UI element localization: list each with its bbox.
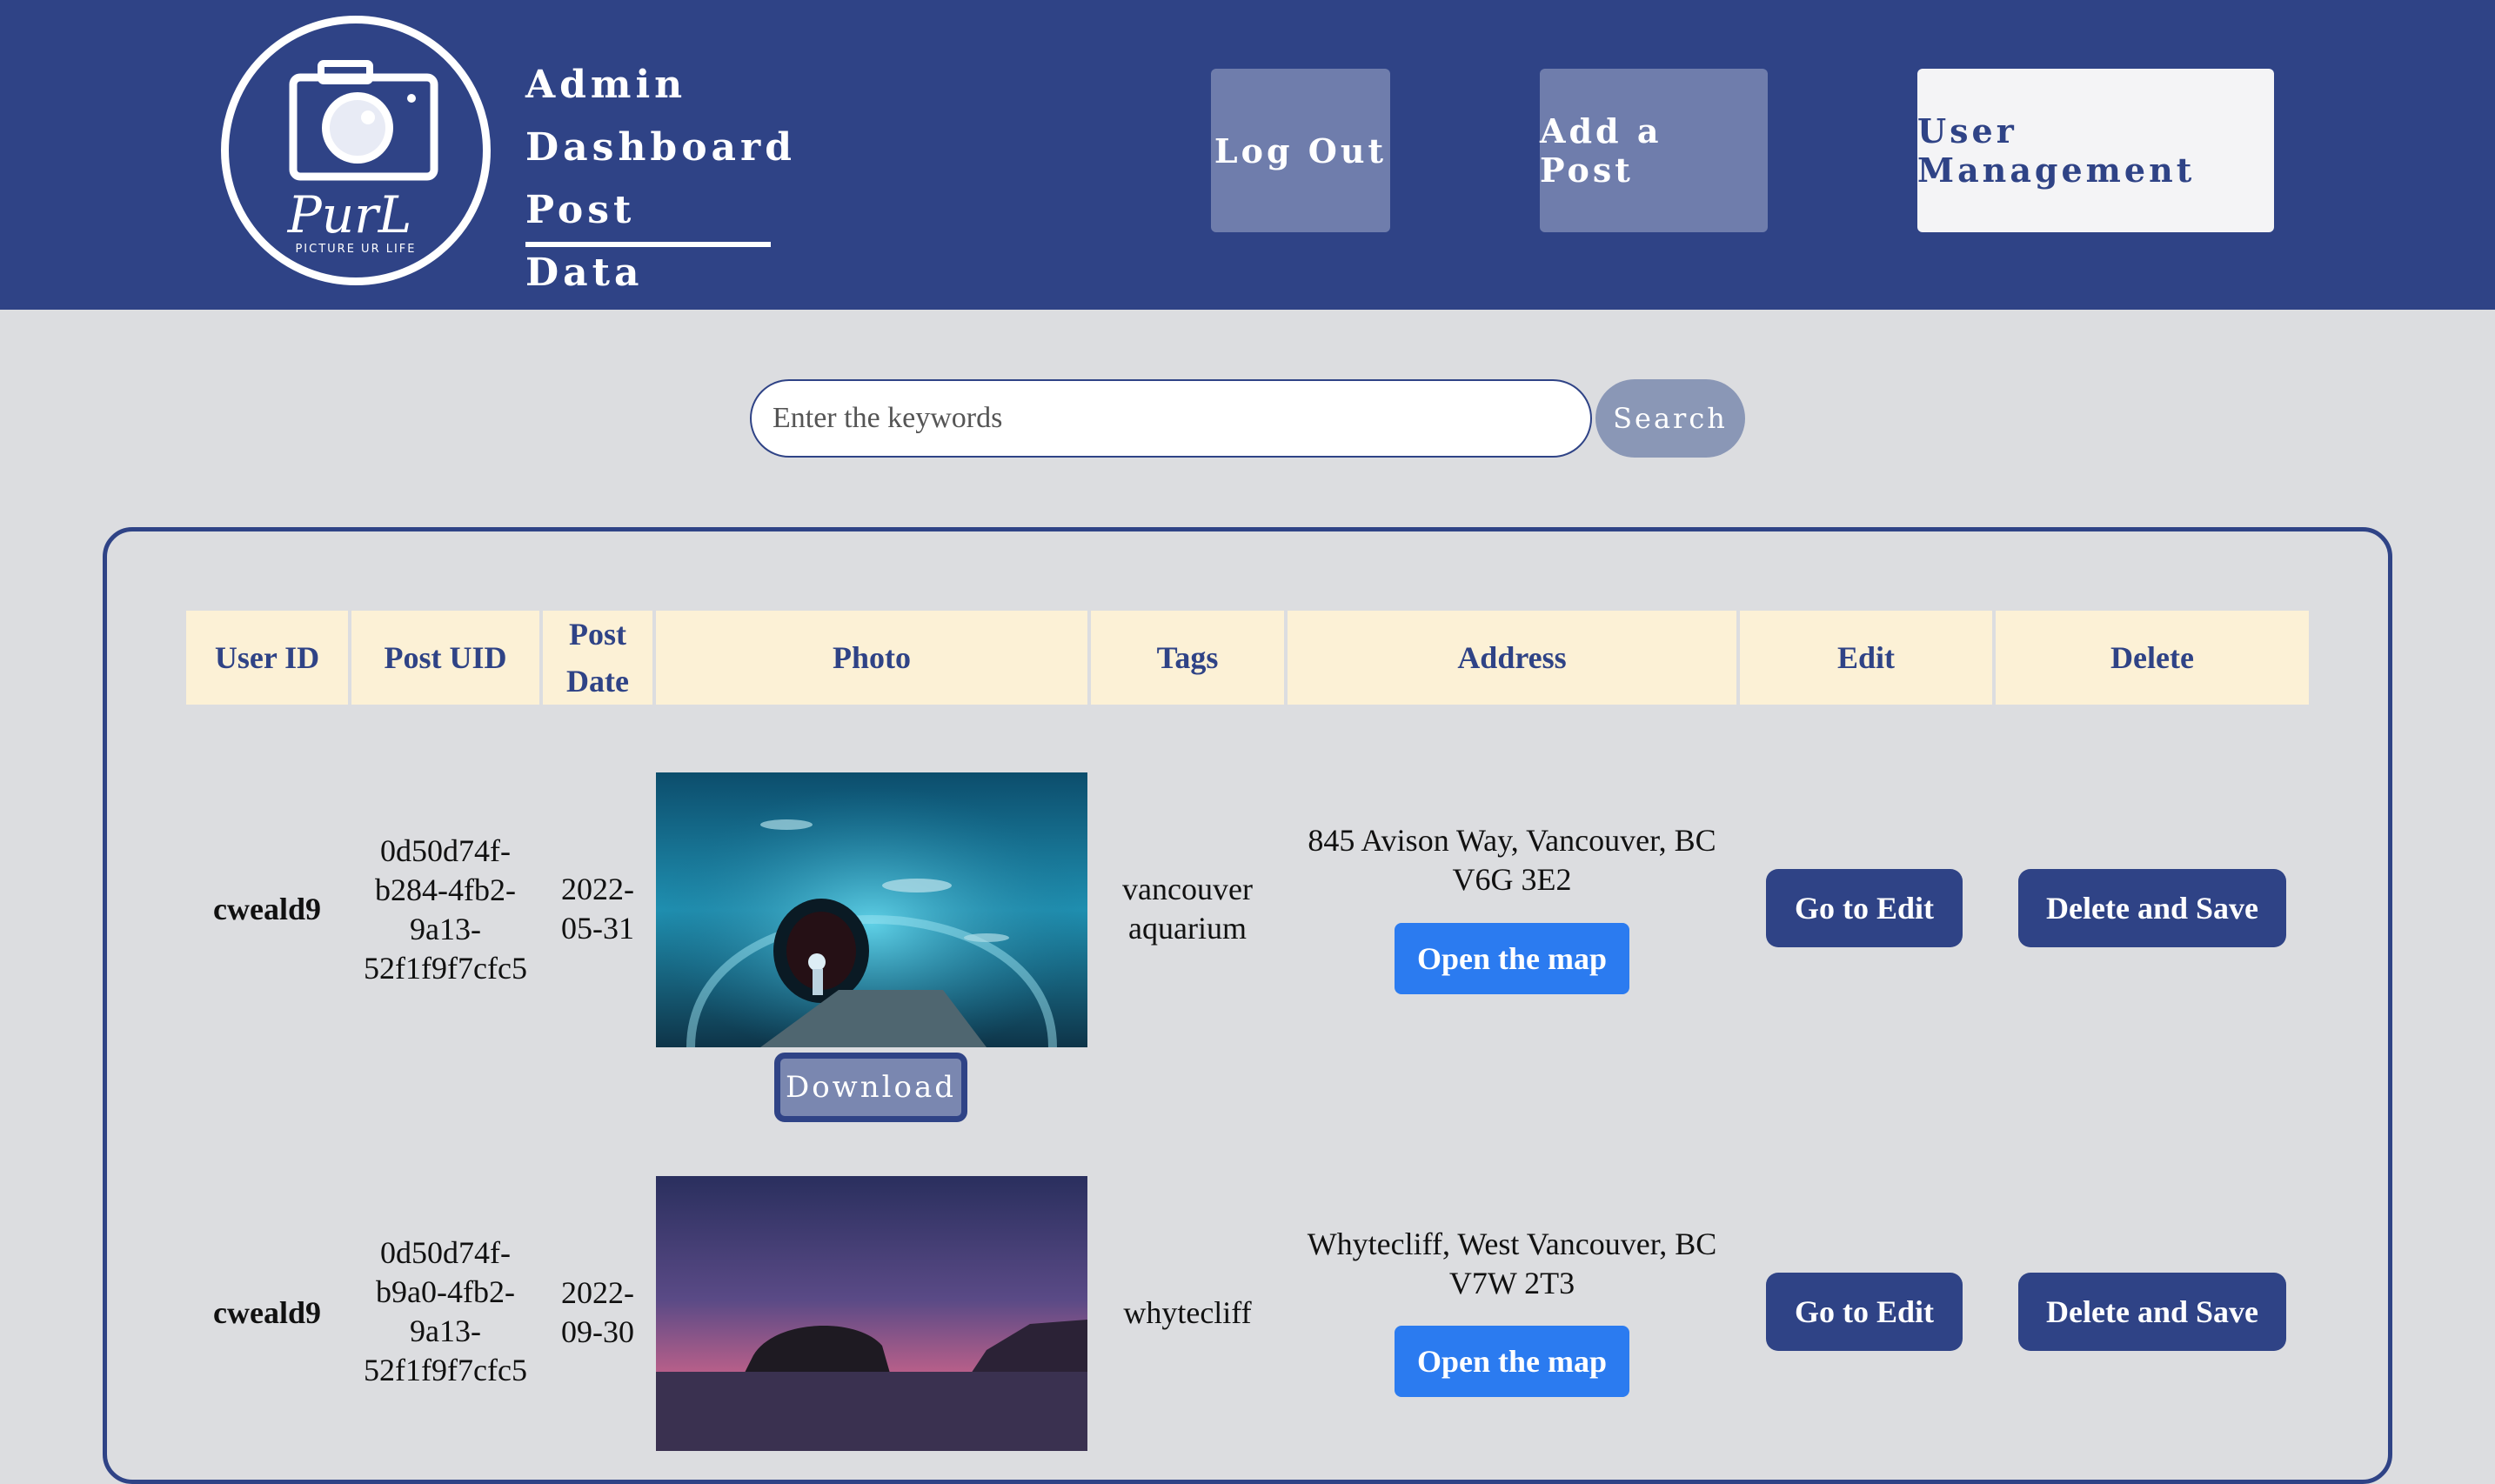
col-header-delete: Delete [1996, 611, 2309, 705]
address-cell: Whytecliff, West Vancouver, BC V7W 2T3 [1288, 1225, 1736, 1303]
search-button[interactable]: Search [1595, 379, 1745, 458]
aquarium-tunnel-photo-icon [656, 772, 1087, 1047]
post-uid-cell: 0d50d74f- b284-4fb2- 9a13- 52f1f9f7cfc5 [351, 832, 539, 988]
whytecliff-sunset-photo-icon [656, 1176, 1087, 1451]
delete-and-save-button[interactable]: Delete and Save [2018, 869, 2286, 947]
tag-line: aquarium [1128, 911, 1247, 946]
logout-button[interactable]: Log Out [1211, 69, 1390, 232]
download-button[interactable]: Download [774, 1053, 967, 1122]
post-date-header-line: Post [569, 617, 626, 652]
post-uid-line: 9a13- [410, 912, 481, 946]
post-photo[interactable] [656, 1176, 1087, 1451]
post-uid-line: b9a0-4fb2- [376, 1274, 515, 1309]
search-input[interactable] [750, 379, 1592, 458]
camera-icon: PurL PICTURE UR LIFE [287, 60, 438, 256]
logo-script: PurL [287, 185, 412, 244]
col-header-post-date: Post Date [543, 611, 652, 705]
logo-tagline: PICTURE UR LIFE [295, 243, 416, 256]
top-header: PurL PICTURE UR LIFE Admin Dashboard Pos… [0, 0, 2495, 310]
col-header-photo: Photo [656, 611, 1087, 705]
col-header-tags: Tags [1091, 611, 1284, 705]
post-uid-line: b284-4fb2- [375, 872, 516, 907]
tags-cell: whytecliff [1091, 1273, 1284, 1352]
nav-dashboard[interactable]: Dashboard [525, 117, 796, 179]
user-management-button[interactable]: User Management [1917, 69, 2274, 232]
post-uid-line: 0d50d74f- [380, 1235, 511, 1270]
post-date-line: 2022- [561, 1275, 634, 1310]
post-uid-cell: 0d50d74f- b9a0-4fb2- 9a13- 52f1f9f7cfc5 [351, 1233, 539, 1390]
post-uid-line: 52f1f9f7cfc5 [364, 1353, 527, 1387]
user-id-cell: cweald9 [213, 891, 321, 926]
post-date-cell: 2022- 05-31 [543, 870, 652, 948]
post-date-line: 05-31 [561, 911, 634, 946]
col-header-post-uid: Post UID [351, 611, 539, 705]
purl-logo[interactable]: PurL PICTURE UR LIFE [221, 16, 491, 285]
address-line: V6G 3E2 [1452, 862, 1572, 897]
post-uid-line: 52f1f9f7cfc5 [364, 951, 527, 986]
address-cell: 845 Avison Way, Vancouver, BC V6G 3E2 [1288, 821, 1736, 899]
go-to-edit-button[interactable]: Go to Edit [1766, 869, 1963, 947]
address-line: V7W 2T3 [1448, 1266, 1575, 1300]
go-to-edit-button[interactable]: Go to Edit [1766, 1273, 1963, 1351]
add-post-button[interactable]: Add a Post [1540, 69, 1768, 232]
tag-line: whytecliff [1123, 1294, 1252, 1330]
address-line: 845 Avison Way, Vancouver, BC [1308, 823, 1716, 858]
address-line: Whytecliff, West Vancouver, BC [1307, 1227, 1717, 1261]
col-header-user-id: User ID [186, 611, 348, 705]
post-date-line: 2022- [561, 872, 634, 906]
col-header-address: Address [1288, 611, 1736, 705]
post-uid-line: 9a13- [410, 1314, 481, 1348]
open-map-button[interactable]: Open the map [1395, 923, 1629, 994]
nav-admin[interactable]: Admin [525, 54, 796, 117]
nav-post-data[interactable]: Post Data [525, 179, 771, 295]
delete-and-save-button[interactable]: Delete and Save [2018, 1273, 2286, 1351]
col-header-edit: Edit [1740, 611, 1992, 705]
post-date-cell: 2022- 09-30 [543, 1273, 652, 1352]
open-map-button[interactable]: Open the map [1395, 1326, 1629, 1397]
tag-line: vancouver [1122, 872, 1253, 906]
user-id-cell: cweald9 [213, 1294, 321, 1330]
post-uid-line: 0d50d74f- [380, 833, 511, 868]
post-date-line: 09-30 [561, 1314, 634, 1349]
post-photo[interactable] [656, 772, 1087, 1047]
tags-cell: vancouver aquarium [1091, 870, 1284, 948]
post-date-header-line: Date [566, 664, 629, 699]
nav-links: Admin Dashboard Post Data [525, 54, 796, 295]
